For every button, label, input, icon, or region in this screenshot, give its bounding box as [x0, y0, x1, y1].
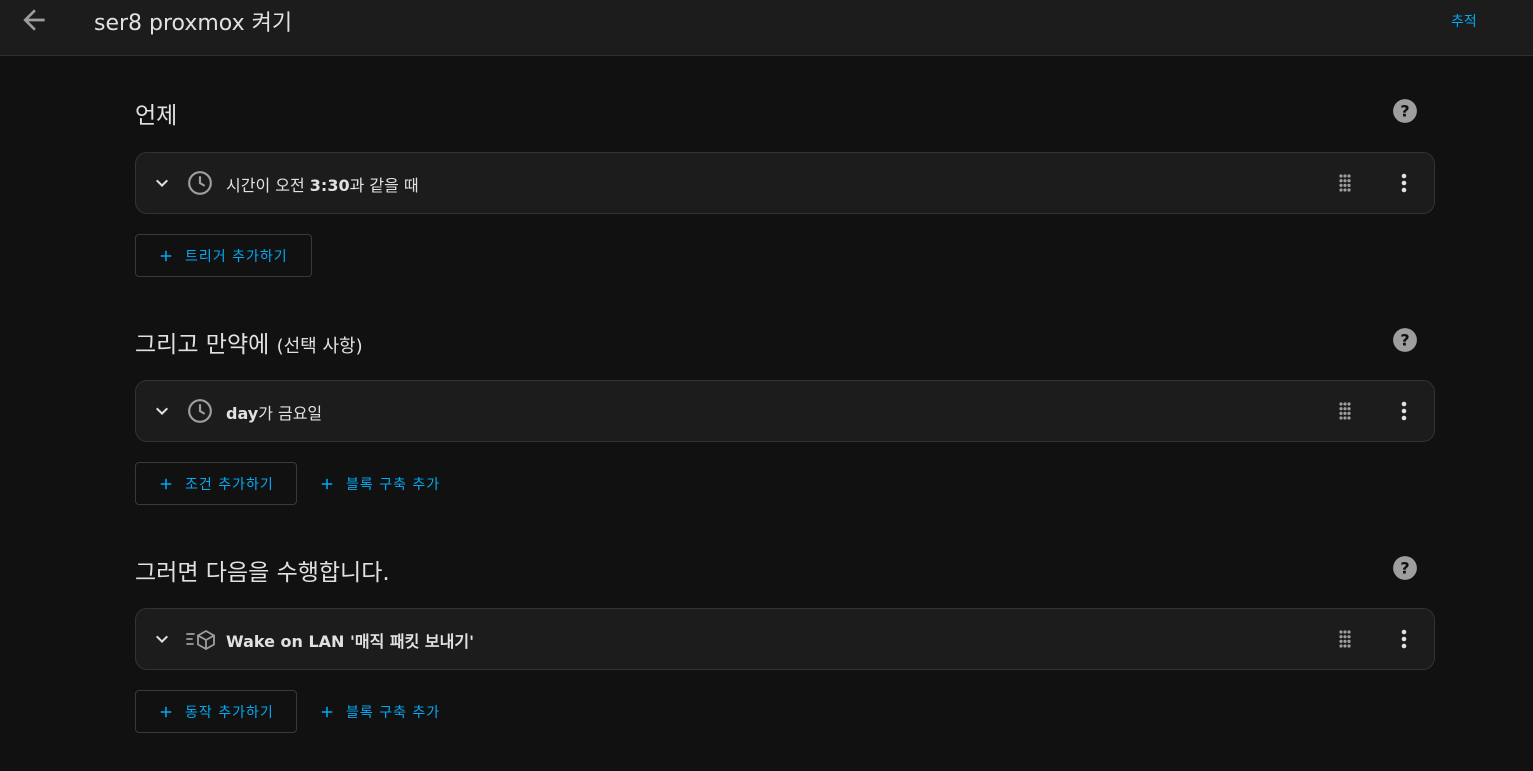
arrow-left-icon[interactable] — [18, 4, 50, 36]
drag-handle-icon[interactable] — [1333, 399, 1357, 423]
drag-handle-icon[interactable] — [1333, 171, 1357, 195]
plus-icon — [160, 706, 172, 717]
more-vertical-icon[interactable] — [1392, 398, 1416, 424]
trace-button[interactable]: 추적 — [1451, 11, 1477, 31]
more-vertical-icon[interactable] — [1392, 170, 1416, 196]
optional-label: (선택 사항) — [276, 336, 363, 357]
action-description: Wake on LAN '매직 패킷 보내기' — [226, 632, 474, 651]
chevron-down-icon[interactable] — [150, 171, 174, 195]
svg-text:?: ? — [1400, 558, 1409, 577]
add-action-button[interactable]: 동작 추가하기 — [135, 690, 297, 733]
service-cube-icon — [186, 630, 215, 650]
drag-handle-icon[interactable] — [1333, 627, 1357, 651]
conditions-section-title: 그리고 만약에 (선택 사항) — [135, 332, 363, 358]
condition-row[interactable]: day가 금요일 — [135, 380, 1435, 442]
trigger-description: 시간이 오전 3:30과 같을 때 — [226, 176, 419, 195]
plus-icon — [160, 478, 172, 489]
plus-icon — [321, 706, 333, 717]
add-action-label: 동작 추가하기 — [185, 704, 274, 721]
help-circle-icon[interactable]: ? — [1392, 98, 1418, 124]
page-title: ser8 proxmox 켜기 — [94, 11, 293, 36]
actions-section-title: 그러면 다음을 수행합니다. — [135, 560, 390, 586]
help-circle-icon[interactable]: ? — [1392, 555, 1418, 581]
chevron-down-icon[interactable] — [150, 399, 174, 423]
plus-icon — [160, 250, 172, 261]
add-trigger-label: 트리거 추가하기 — [185, 248, 288, 265]
svg-text:?: ? — [1400, 330, 1409, 349]
top-app-bar: ser8 proxmox 켜기 추적 — [0, 0, 1533, 56]
add-building-block-button[interactable]: 블록 구축 추가 — [318, 462, 440, 505]
add-trigger-button[interactable]: 트리거 추가하기 — [135, 234, 312, 277]
help-circle-icon[interactable]: ? — [1392, 327, 1418, 353]
add-condition-button[interactable]: 조건 추가하기 — [135, 462, 297, 505]
plus-icon — [321, 478, 333, 489]
add-building-block-label: 블록 구축 추가 — [346, 476, 441, 493]
clock-icon — [188, 171, 212, 195]
trigger-row[interactable]: 시간이 오전 3:30과 같을 때 — [135, 152, 1435, 214]
add-building-block-label: 블록 구축 추가 — [346, 704, 441, 721]
svg-text:?: ? — [1400, 101, 1409, 120]
more-vertical-icon[interactable] — [1392, 626, 1416, 652]
clock-icon — [188, 399, 212, 423]
add-condition-label: 조건 추가하기 — [185, 476, 274, 493]
condition-description: day가 금요일 — [226, 404, 323, 423]
add-building-block-button[interactable]: 블록 구축 추가 — [318, 690, 440, 733]
chevron-down-icon[interactable] — [150, 627, 174, 651]
triggers-section-title: 언제 — [135, 103, 178, 129]
action-row[interactable]: Wake on LAN '매직 패킷 보내기' — [135, 608, 1435, 670]
